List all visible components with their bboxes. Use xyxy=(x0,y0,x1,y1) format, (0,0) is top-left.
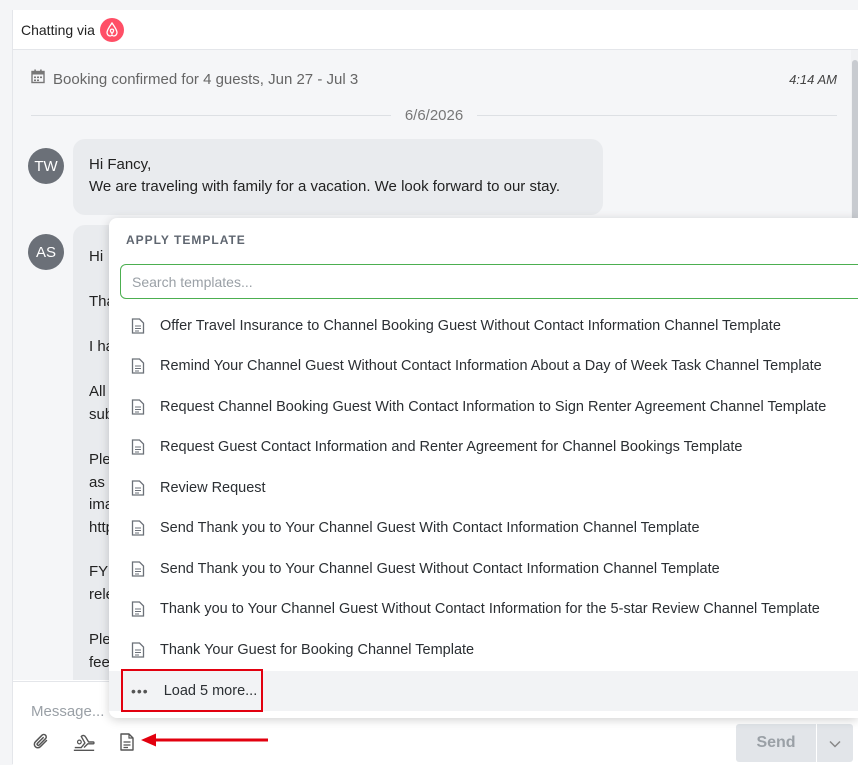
template-icon[interactable] xyxy=(115,730,139,754)
template-item-label: Thank Your Guest for Booking Channel Tem… xyxy=(160,642,475,658)
annotation-highlight-box xyxy=(121,669,263,712)
template-item[interactable]: Thank Your Guest for Booking Channel Tem… xyxy=(109,630,858,670)
annotation-arrow-icon xyxy=(141,733,268,747)
message-bubble: Hi Fancy, We are traveling with family f… xyxy=(73,139,603,215)
conversation-header: Chatting via xyxy=(13,10,858,50)
booking-time: 4:14 AM xyxy=(789,71,837,87)
document-icon xyxy=(131,520,145,536)
document-icon xyxy=(131,480,145,496)
document-icon xyxy=(131,399,145,415)
message-line: FY xyxy=(89,563,109,580)
message-line: Ple xyxy=(89,451,111,468)
paperclip-icon[interactable] xyxy=(30,730,54,754)
arrival-icon[interactable] xyxy=(72,730,96,754)
template-item-label: Send Thank you to Your Channel Guest Wit… xyxy=(160,561,720,577)
chatting-via-label: Chatting via xyxy=(21,21,95,38)
template-item[interactable]: Remind Your Channel Guest Without Contac… xyxy=(109,346,858,386)
document-icon xyxy=(131,601,145,617)
chevron-down-icon xyxy=(829,736,841,751)
send-options-button[interactable] xyxy=(817,724,853,762)
message-line: fee xyxy=(89,654,110,671)
template-item-label: Offer Travel Insurance to Channel Bookin… xyxy=(160,318,781,334)
template-item-label: Request Channel Booking Guest With Conta… xyxy=(160,399,827,415)
airbnb-icon xyxy=(99,17,124,42)
apply-template-popup: APPLY TEMPLATE Offer Travel Insurance to… xyxy=(109,218,858,718)
booking-text: Booking confirmed for 4 guests, Jun 27 -… xyxy=(53,70,359,88)
template-item-label: Thank you to Your Channel Guest Without … xyxy=(160,601,820,617)
avatar: TW xyxy=(28,148,64,184)
date-separator: 6/6/2026 xyxy=(31,104,838,126)
scrollbar-thumb[interactable] xyxy=(852,60,858,230)
template-item[interactable]: Request Channel Booking Guest With Conta… xyxy=(109,387,858,427)
message-line: as xyxy=(89,474,105,491)
message-line: Hi xyxy=(89,248,104,265)
template-item[interactable]: Request Guest Contact Information and Re… xyxy=(109,427,858,467)
document-icon xyxy=(131,439,145,455)
message-line: All xyxy=(89,383,106,400)
template-item-label: Send Thank you to Your Channel Guest Wit… xyxy=(160,520,700,536)
date-separator-label: 6/6/2026 xyxy=(404,106,464,124)
template-item[interactable]: Send Thank you to Your Channel Guest Wit… xyxy=(109,549,858,589)
message-line: We are traveling with family for a vacat… xyxy=(89,178,561,195)
document-icon xyxy=(131,561,145,577)
template-item[interactable]: Review Request xyxy=(109,468,858,508)
popup-title: APPLY TEMPLATE xyxy=(126,233,246,247)
message-line: Ple xyxy=(89,631,111,648)
message-line: Hi Fancy, xyxy=(89,156,152,173)
template-item[interactable]: Thank you to Your Channel Guest Without … xyxy=(109,589,858,629)
template-item-label: Remind Your Channel Guest Without Contac… xyxy=(160,358,822,374)
template-item-label: Request Guest Contact Information and Re… xyxy=(160,439,743,455)
send-button[interactable]: Send xyxy=(736,724,816,762)
document-icon xyxy=(131,642,145,658)
document-icon xyxy=(131,318,145,334)
document-icon xyxy=(131,358,145,374)
calendar-icon xyxy=(31,69,45,89)
template-item-label: Review Request xyxy=(160,480,266,496)
avatar: AS xyxy=(28,234,64,270)
template-item[interactable]: Send Thank you to Your Channel Guest Wit… xyxy=(109,508,858,548)
template-item[interactable]: Offer Travel Insurance to Channel Bookin… xyxy=(109,306,858,346)
booking-event: Booking confirmed for 4 guests, Jun 27 -… xyxy=(31,68,837,90)
template-search-input[interactable] xyxy=(120,264,858,299)
